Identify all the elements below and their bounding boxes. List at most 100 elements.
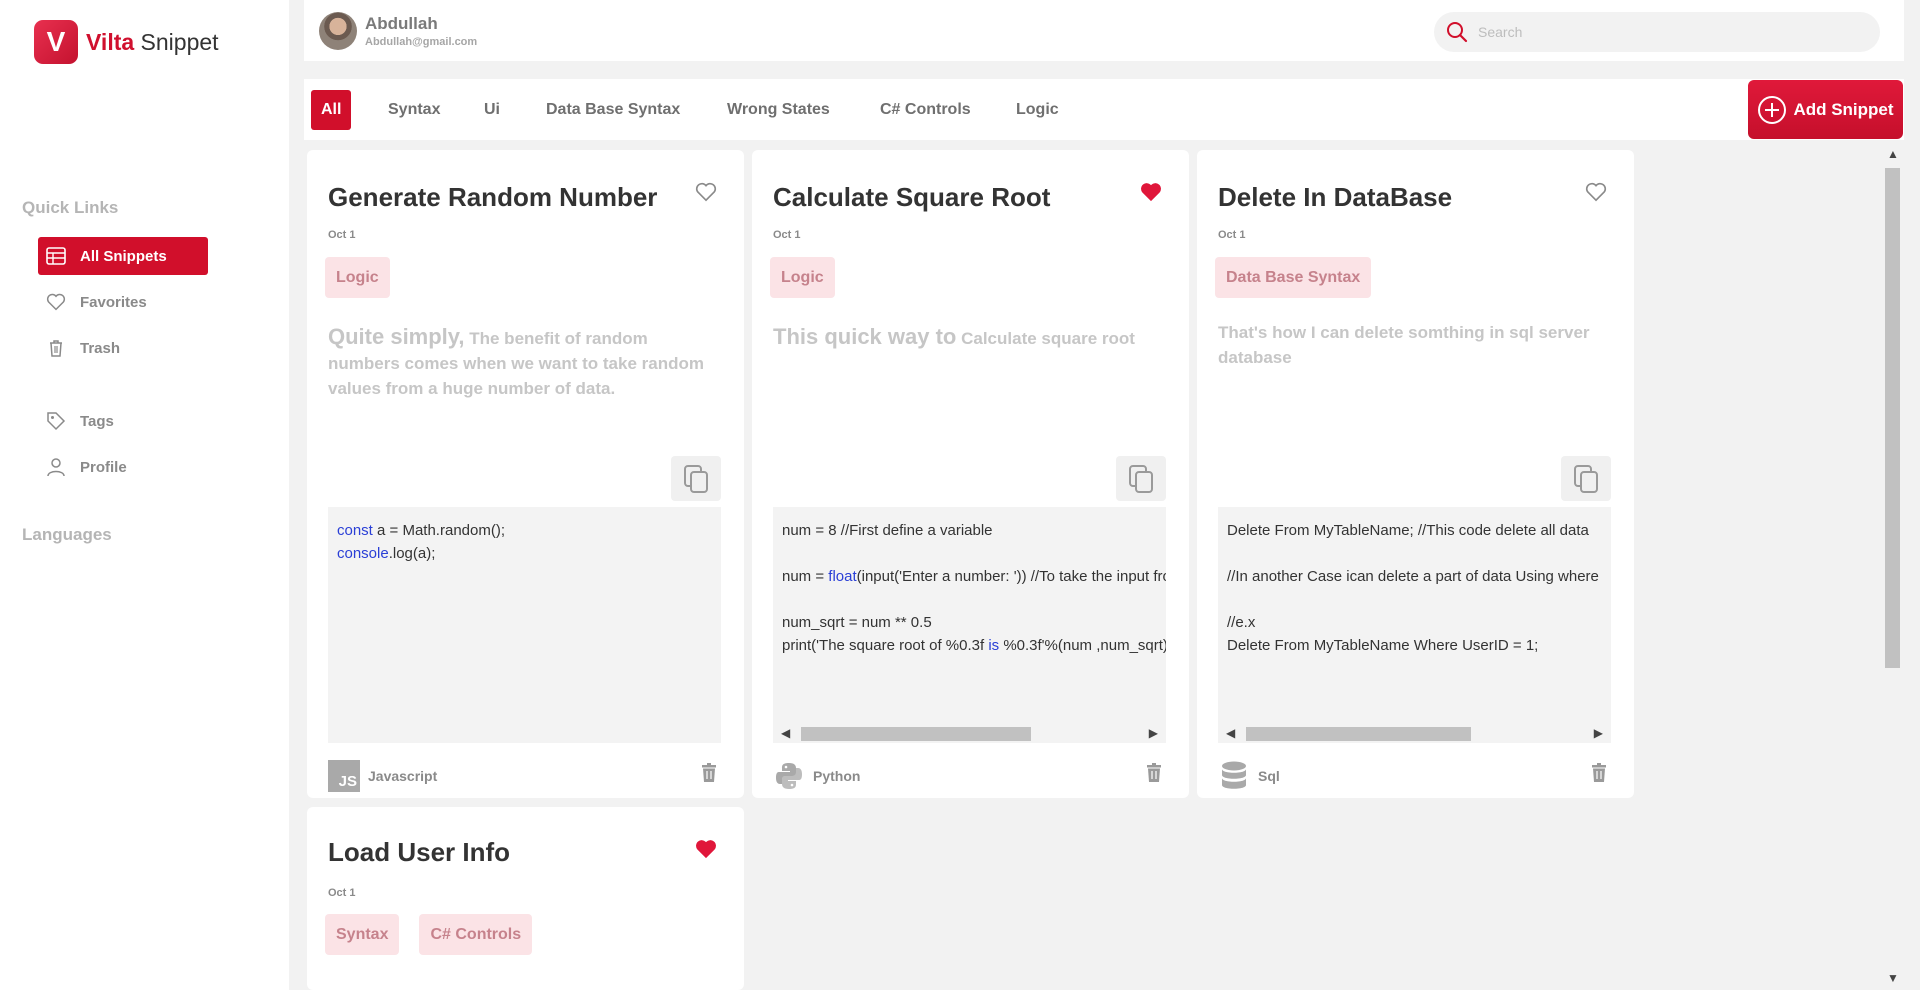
scroll-right-icon[interactable]: ▶ xyxy=(1594,726,1603,740)
sidebar-item-label: Profile xyxy=(80,458,127,476)
user-name: Abdullah xyxy=(365,14,438,33)
snippet-description: That's how I can delete somthing in sql … xyxy=(1218,323,1590,367)
description-text: Calculate square root xyxy=(956,329,1135,348)
app-logo[interactable]: V Vilta Snippet xyxy=(34,20,219,64)
snippet-card: Load User Info Oct 1 Syntax C# Controls xyxy=(307,807,744,990)
tag-badge[interactable]: Logic xyxy=(770,257,835,298)
delete-icon[interactable] xyxy=(1590,763,1608,783)
quick-links-heading: Quick Links xyxy=(22,198,119,217)
copy-button[interactable] xyxy=(1116,456,1166,501)
scrollbar-thumb[interactable] xyxy=(1885,168,1900,668)
logo-brand: Vilta xyxy=(86,28,135,55)
search-input[interactable] xyxy=(1476,23,1860,41)
scroll-down-icon[interactable]: ▼ xyxy=(1887,971,1899,985)
tab-all[interactable]: All xyxy=(311,90,352,130)
scrollbar-thumb[interactable] xyxy=(801,727,1031,741)
tab-logic[interactable]: Logic xyxy=(1006,90,1069,130)
add-snippet-label: Add Snippet xyxy=(1793,99,1894,119)
top-header: Abdullah Abdullah@gmail.com xyxy=(304,0,1904,61)
tag-badge[interactable]: Data Base Syntax xyxy=(1215,257,1372,298)
snippet-language: JS Javascript xyxy=(328,760,437,792)
code-line: //e.x xyxy=(1227,614,1256,631)
tab-csharp-controls[interactable]: C# Controls xyxy=(870,90,981,130)
snippet-language: Python xyxy=(773,760,860,792)
snippet-card: Generate Random Number Oct 1 Logic Quite… xyxy=(307,150,744,798)
scroll-up-icon[interactable]: ▲ xyxy=(1887,147,1899,161)
sidebar-item-label: All Snippets xyxy=(80,247,167,265)
sidebar-item-favorites[interactable]: Favorites xyxy=(38,283,208,321)
snippet-date: Oct 1 xyxy=(773,229,801,241)
language-label: Python xyxy=(813,768,861,784)
code-line: (input('Enter a number: ')) //To take th… xyxy=(856,568,1166,585)
copy-icon xyxy=(1129,464,1153,493)
horizontal-scrollbar[interactable]: ◀ ▶ xyxy=(1218,724,1611,743)
code-line: %0.3f'%(num ,num_sqrt)) xyxy=(999,637,1166,654)
sidebar-item-label: Trash xyxy=(80,339,121,357)
main-vertical-scrollbar[interactable]: ▲ ▼ xyxy=(1883,147,1902,985)
favorite-filled-icon[interactable] xyxy=(1140,182,1162,202)
category-tabs: All Syntax Ui Data Base Syntax Wrong Sta… xyxy=(304,79,1904,140)
sidebar-item-label: Favorites xyxy=(80,293,147,311)
tag-badge[interactable]: Syntax xyxy=(325,914,400,955)
copy-icon xyxy=(1574,464,1598,493)
snippet-title: Calculate Square Root xyxy=(773,182,1051,212)
copy-icon xyxy=(684,464,708,493)
code-keyword: float xyxy=(828,568,857,585)
database-icon xyxy=(1218,760,1250,792)
sidebar: V Vilta Snippet Quick Links All Snippets… xyxy=(0,0,289,990)
sidebar-item-tags[interactable]: Tags xyxy=(38,402,208,440)
snippet-tags: Logic xyxy=(770,257,835,298)
snippet-language: Sql xyxy=(1218,760,1280,792)
user-email: Abdullah@gmail.com xyxy=(365,36,478,48)
delete-icon[interactable] xyxy=(700,763,718,783)
snippet-date: Oct 1 xyxy=(1218,229,1246,241)
languages-heading: Languages xyxy=(22,525,112,544)
snippet-tags: Data Base Syntax xyxy=(1215,257,1372,298)
snippet-description: Quite simply, The benefit of random numb… xyxy=(328,324,708,401)
favorite-outline-icon[interactable] xyxy=(1585,182,1607,202)
search-box xyxy=(1434,12,1880,52)
plus-circle-icon xyxy=(1758,95,1787,124)
table-icon xyxy=(46,247,66,265)
snippet-card: Calculate Square Root Oct 1 Logic This q… xyxy=(752,150,1189,798)
favorite-filled-icon[interactable] xyxy=(695,839,717,859)
sidebar-item-all-snippets[interactable]: All Snippets xyxy=(38,237,208,275)
snippet-card: Delete In DataBase Oct 1 Data Base Synta… xyxy=(1197,150,1634,798)
tab-syntax[interactable]: Syntax xyxy=(378,90,450,130)
snippet-title: Load User Info xyxy=(328,837,511,867)
snippet-tags: Logic xyxy=(325,257,390,298)
delete-icon[interactable] xyxy=(1145,763,1163,783)
tag-icon xyxy=(47,412,66,431)
favorite-outline-icon[interactable] xyxy=(695,182,717,202)
scroll-left-icon[interactable]: ◀ xyxy=(781,726,790,740)
copy-button[interactable] xyxy=(671,456,721,501)
code-block[interactable]: num = 8 //First define a variable num = … xyxy=(773,507,1166,743)
code-keyword: const xyxy=(337,522,373,539)
scrollbar-thumb[interactable] xyxy=(1246,727,1471,741)
scroll-left-icon[interactable]: ◀ xyxy=(1226,726,1235,740)
sidebar-item-profile[interactable]: Profile xyxy=(38,448,208,486)
sidebar-item-label: Tags xyxy=(80,412,114,430)
code-line: num_sqrt = num ** 0.5 xyxy=(782,614,932,631)
code-line: num = 8 //First define a variable xyxy=(782,522,993,539)
tag-badge[interactable]: C# Controls xyxy=(419,914,533,955)
copy-button[interactable] xyxy=(1561,456,1611,501)
avatar[interactable] xyxy=(319,12,357,50)
horizontal-scrollbar[interactable]: ◀ ▶ xyxy=(773,724,1166,743)
scroll-right-icon[interactable]: ▶ xyxy=(1149,726,1158,740)
snippet-description: This quick way to Calculate square root xyxy=(773,324,1153,351)
tab-ui[interactable]: Ui xyxy=(474,90,510,130)
code-block[interactable]: Delete From MyTableName; //This code del… xyxy=(1218,507,1611,743)
tab-data-base-syntax[interactable]: Data Base Syntax xyxy=(536,90,690,130)
search-icon xyxy=(1447,22,1468,43)
snippet-title: Generate Random Number xyxy=(328,182,658,212)
code-block[interactable]: const a = Math.random(); console.log(a); xyxy=(328,507,721,743)
python-icon xyxy=(773,760,805,792)
sidebar-item-trash[interactable]: Trash xyxy=(38,329,208,367)
code-line: a = Math.random(); xyxy=(372,522,505,539)
snippet-tags: Syntax C# Controls xyxy=(325,914,533,955)
tag-badge[interactable]: Logic xyxy=(325,257,390,298)
add-snippet-button[interactable]: Add Snippet xyxy=(1748,80,1903,139)
snippet-date: Oct 1 xyxy=(328,887,356,899)
tab-wrong-states[interactable]: Wrong States xyxy=(717,90,840,130)
